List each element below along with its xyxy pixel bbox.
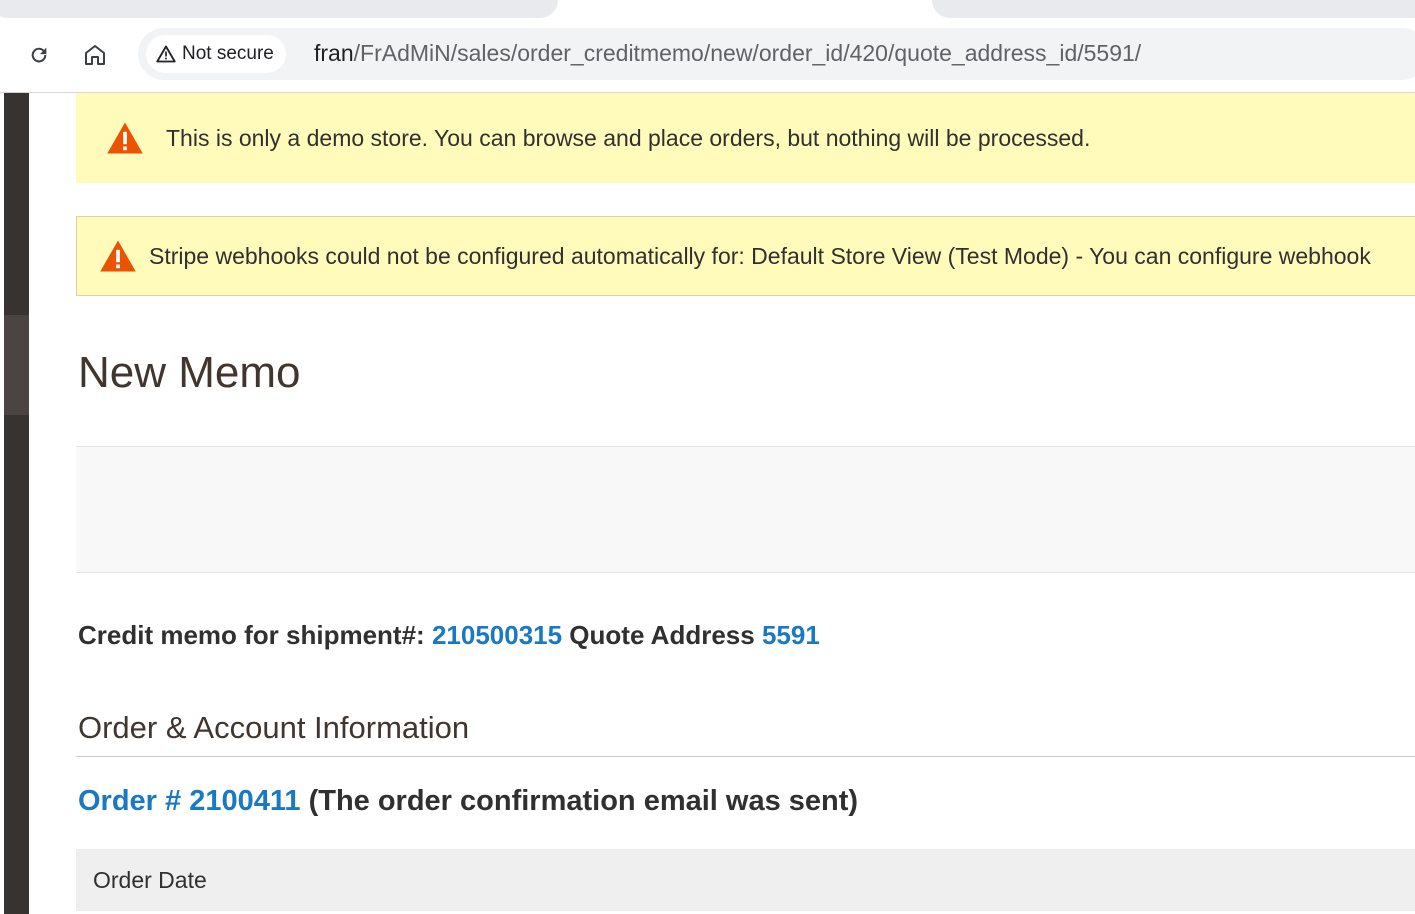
demo-store-notice-text: This is only a demo store. You can brows… — [166, 124, 1091, 151]
admin-sidebar-active-item[interactable] — [4, 315, 29, 415]
stripe-webhook-notice: Stripe webhooks could not be configured … — [76, 216, 1415, 296]
tab-strip — [0, 0, 1415, 20]
order-email-status: (The order confirmation email was sent) — [300, 785, 859, 817]
order-number-link[interactable]: Order # 2100411 — [78, 785, 301, 817]
url-path: /FrAdMiN/sales/order_creditmemo/new/orde… — [353, 40, 1142, 66]
stripe-webhook-notice-text: Stripe webhooks could not be configured … — [149, 242, 1371, 269]
order-info-table-header: Order Date — [76, 849, 1415, 911]
warning-icon — [100, 240, 136, 272]
url-host: fran — [314, 40, 354, 66]
security-chip[interactable]: Not secure — [146, 35, 286, 73]
home-icon[interactable] — [82, 42, 108, 68]
security-chip-label: Not secure — [182, 43, 274, 64]
order-account-section-title: Order & Account Information — [78, 710, 470, 745]
browser-tab-right[interactable] — [932, 0, 1415, 18]
url-text[interactable]: fran/FrAdMiN/sales/order_creditmemo/new/… — [314, 40, 1141, 67]
quote-address-label: Quote Address — [562, 620, 762, 650]
section-divider — [76, 756, 1415, 757]
browser-toolbar: Not secure fran/FrAdMiN/sales/order_cred… — [0, 20, 1415, 93]
credit-memo-prefix: Credit memo for shipment#: — [78, 620, 432, 650]
page-title: New Memo — [78, 348, 301, 397]
quote-address-link[interactable]: 5591 — [762, 620, 820, 650]
admin-sidebar[interactable] — [4, 93, 29, 914]
credit-memo-heading: Credit memo for shipment#: 210500315 Quo… — [78, 620, 820, 651]
page-actions-bar — [76, 446, 1415, 573]
shipment-number-link[interactable]: 210500315 — [432, 620, 562, 650]
demo-store-notice: This is only a demo store. You can brows… — [76, 93, 1415, 183]
warning-icon — [107, 122, 143, 154]
browser-tab-left[interactable] — [0, 0, 558, 18]
address-bar[interactable]: Not secure fran/FrAdMiN/sales/order_cred… — [138, 28, 1415, 80]
order-date-label: Order Date — [93, 867, 207, 893]
warning-triangle-icon — [156, 45, 176, 63]
order-heading: Order # 2100411 (The order confirmation … — [78, 785, 858, 818]
reload-icon[interactable] — [26, 42, 52, 68]
